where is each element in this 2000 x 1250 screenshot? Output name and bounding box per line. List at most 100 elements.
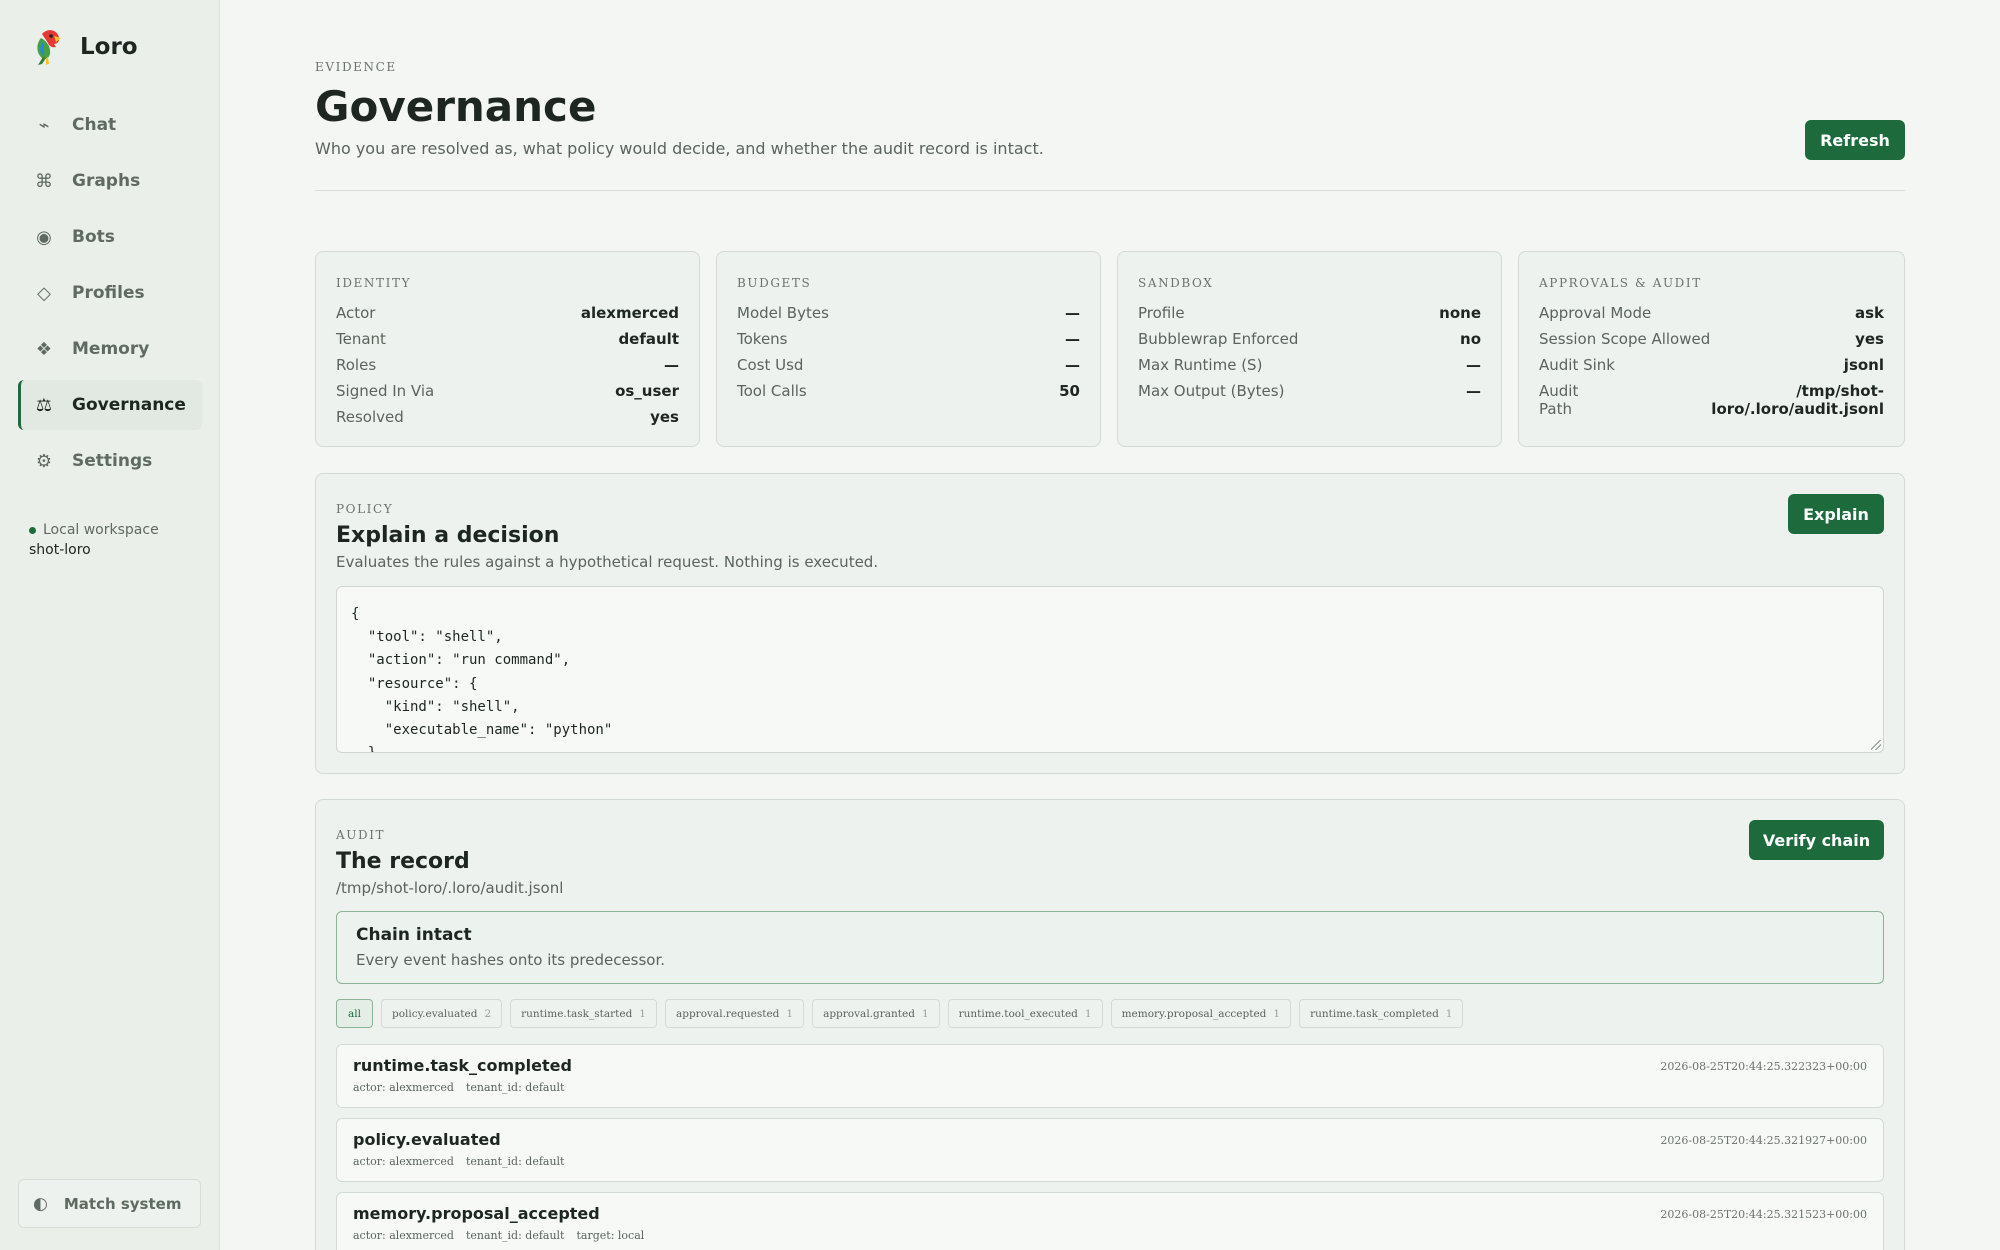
chip-label: approval.requested xyxy=(675,1007,780,1020)
half-circle-icon: ◐ xyxy=(33,1193,48,1214)
event-meta-item: actor: alexmerced xyxy=(353,1155,454,1168)
resize-handle-icon[interactable] xyxy=(1871,740,1881,750)
status-dot-icon xyxy=(29,526,36,534)
panel-eyebrow: POLICY xyxy=(336,502,394,516)
stat-row: Model Bytes — xyxy=(737,300,1080,326)
stat-value: no xyxy=(1460,330,1481,348)
page-subtitle: Who you are resolved as, what policy wou… xyxy=(315,139,1044,158)
chip-count: 1 xyxy=(639,1007,646,1020)
stat-key: Max Output (Bytes) xyxy=(1138,382,1285,400)
governance-icon: ⚖ xyxy=(35,394,53,416)
theme-toggle-button[interactable]: ◐ Match system xyxy=(18,1179,201,1228)
chip-label: runtime.task_completed xyxy=(1310,1007,1439,1020)
stat-key: Profile xyxy=(1138,304,1185,322)
nav-label: Settings xyxy=(72,451,153,471)
stat-value: os_user xyxy=(615,382,679,400)
stat-value: — xyxy=(664,356,679,374)
page-eyebrow: EVIDENCE xyxy=(315,60,397,74)
filter-chip-all[interactable]: all xyxy=(336,999,373,1028)
nav-item-chat[interactable]: ⌁ Chat xyxy=(18,100,202,150)
approvals-audit-card: APPROVALS & AUDIT Approval Mode ask Sessi… xyxy=(1518,251,1905,447)
policy-panel: POLICY Explain a decision Evaluates the … xyxy=(315,473,1905,774)
graphs-icon: ⌘ xyxy=(35,170,53,192)
event-meta: actor: alexmerced tenant_id: default xyxy=(353,1081,1867,1094)
nav-item-governance[interactable]: ⚖ Governance xyxy=(18,380,202,430)
verify-chain-button[interactable]: Verify chain xyxy=(1749,820,1884,860)
request-json[interactable]: { "tool": "shell", "action": "run comman… xyxy=(351,603,1869,752)
event-timestamp: 2026-08-25T20:44:25.322323+00:00 xyxy=(1660,1060,1867,1073)
nav-label: Profiles xyxy=(72,283,145,303)
nav-item-graphs[interactable]: ⌘ Graphs xyxy=(18,156,202,206)
event-name: memory.proposal_accepted xyxy=(353,1204,600,1223)
stat-key: Approval Mode xyxy=(1539,304,1652,322)
chain-status-title: Chain intact xyxy=(356,925,472,945)
event-meta: actor: alexmerced tenant_id: default tar… xyxy=(353,1229,1867,1242)
chip-count: 1 xyxy=(1273,1007,1281,1020)
stat-row: Approval Mode ask xyxy=(1539,300,1884,326)
header-divider xyxy=(315,190,1905,191)
audit-event-row[interactable]: memory.proposal_accepted 2026-08-25T20:4… xyxy=(336,1192,1884,1250)
profiles-icon: ◇ xyxy=(37,282,51,304)
chip-label: policy.evaluated xyxy=(391,1007,478,1020)
stat-row: Tool Calls 50 xyxy=(737,378,1080,404)
filter-chip[interactable]: runtime.task_completed 1 xyxy=(1299,999,1464,1028)
stat-value: jsonl xyxy=(1843,356,1884,374)
stat-row: Audit Sink jsonl xyxy=(1539,352,1884,378)
stat-row: Tokens — xyxy=(737,326,1080,352)
filter-chip[interactable]: runtime.task_started 1 xyxy=(510,999,657,1028)
stat-row: Resolved yes xyxy=(336,404,679,430)
stat-key: Signed In Via xyxy=(336,382,435,400)
event-filter-bar: all policy.evaluated 2 runtime.task_start… xyxy=(336,999,1464,1028)
stat-value: ask xyxy=(1854,304,1884,322)
nav-item-bots[interactable]: ◉ Bots xyxy=(18,212,202,262)
memory-icon: ❖ xyxy=(35,338,53,360)
nav-label: Governance xyxy=(72,395,186,415)
filter-chip[interactable]: approval.granted 1 xyxy=(812,999,940,1028)
filter-chip[interactable]: runtime.tool_executed 1 xyxy=(947,999,1103,1028)
stat-row: Session Scope Allowed yes xyxy=(1539,326,1884,352)
refresh-button[interactable]: Refresh xyxy=(1805,120,1905,160)
panel-title: Explain a decision xyxy=(336,523,560,548)
page-title: Governance xyxy=(315,82,597,131)
audit-event-row[interactable]: runtime.task_completed 2026-08-25T20:44:… xyxy=(336,1044,1884,1108)
app-name: Loro xyxy=(80,34,138,60)
policy-request-editor[interactable]: { "tool": "shell", "action": "run comman… xyxy=(336,586,1884,753)
nav-item-memory[interactable]: ❖ Memory xyxy=(18,324,202,374)
event-meta: actor: alexmerced tenant_id: default xyxy=(353,1155,1867,1168)
stat-key: Tenant xyxy=(336,330,386,348)
chip-count: 1 xyxy=(1084,1007,1092,1020)
event-name: policy.evaluated xyxy=(353,1130,501,1149)
filter-chip[interactable]: policy.evaluated 2 xyxy=(380,999,503,1028)
card-eyebrow: BUDGETS xyxy=(737,276,812,290)
nav-item-profiles[interactable]: ◇ Profiles xyxy=(18,268,202,318)
stat-value: — xyxy=(1065,330,1080,348)
stat-key: Max Runtime (S) xyxy=(1138,356,1263,374)
audit-event-row[interactable]: policy.evaluated 2026-08-25T20:44:25.321… xyxy=(336,1118,1884,1182)
chip-label: memory.proposal_accepted xyxy=(1121,1007,1267,1020)
parrot-icon xyxy=(32,28,66,66)
filter-chip[interactable]: approval.requested 1 xyxy=(664,999,805,1028)
stat-row: Profile none xyxy=(1138,300,1481,326)
stat-value: — xyxy=(1466,356,1481,374)
chip-label: all xyxy=(348,1007,361,1020)
explain-button[interactable]: Explain xyxy=(1788,494,1884,534)
stat-key: Tool Calls xyxy=(737,382,807,400)
brand[interactable]: Loro xyxy=(32,28,138,66)
sidebar: Loro ⌁ Chat ⌘ Graphs ◉ Bots ◇ Profiles ❖… xyxy=(0,0,220,1250)
theme-label: Match system xyxy=(63,1194,182,1213)
chip-label: approval.granted xyxy=(823,1007,915,1020)
stat-value: default xyxy=(618,330,679,348)
stat-value: — xyxy=(1065,356,1080,374)
stat-key: Roles xyxy=(336,356,377,374)
panel-subtitle: Evaluates the rules against a hypothetic… xyxy=(336,553,879,571)
stat-row: Audit Path/tmp/shot-loro/.loro/audit.jso… xyxy=(1539,378,1884,418)
stat-row: Tenant default xyxy=(336,326,679,352)
stat-key: Bubblewrap Enforced xyxy=(1138,330,1299,348)
nav-item-settings[interactable]: ⚙ Settings xyxy=(18,436,202,486)
stat-key: Actor xyxy=(336,304,376,322)
workspace-name: shot-loro xyxy=(29,542,91,558)
event-meta-item: tenant_id: default xyxy=(465,1229,565,1242)
settings-icon: ⚙ xyxy=(35,450,53,472)
filter-chip[interactable]: memory.proposal_accepted 1 xyxy=(1110,999,1292,1028)
chip-count: 1 xyxy=(1445,1007,1453,1020)
